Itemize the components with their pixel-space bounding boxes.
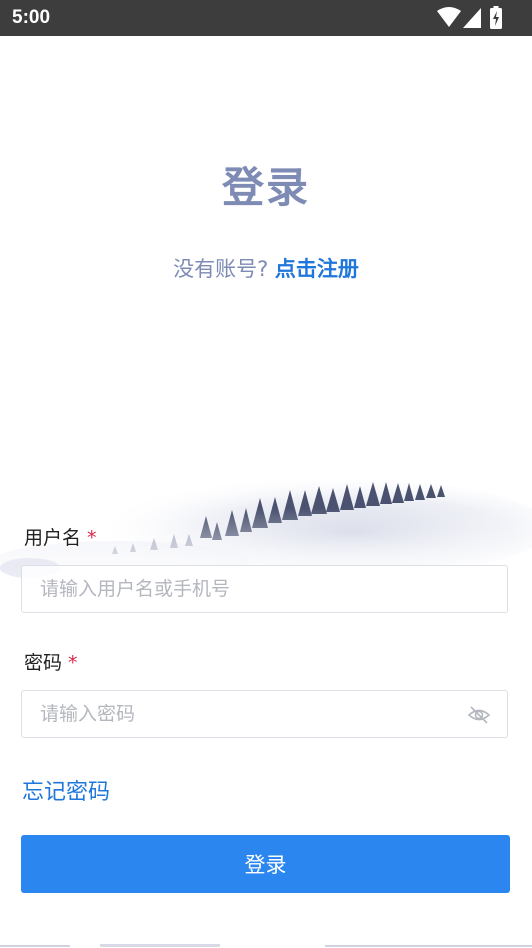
username-label-text: 用户名 xyxy=(24,527,82,549)
status-bar: 5:00 xyxy=(0,0,532,36)
login-button[interactable]: 登录 xyxy=(21,835,510,893)
username-field[interactable] xyxy=(21,565,508,613)
password-label: 密码 * xyxy=(24,650,78,676)
username-label: 用户名 * xyxy=(24,525,97,551)
forgot-password-link[interactable]: 忘记密码 xyxy=(22,778,110,808)
register-prompt-text: 没有账号? xyxy=(173,257,275,281)
password-label-text: 密码 xyxy=(24,652,63,674)
username-input[interactable] xyxy=(22,566,452,612)
wifi-icon xyxy=(437,7,461,27)
page-title: 登录 xyxy=(221,163,310,212)
battery-charging-icon xyxy=(490,6,502,29)
status-time: 5:00 xyxy=(12,7,51,28)
password-required-mark: * xyxy=(68,652,78,674)
password-input[interactable] xyxy=(22,691,452,737)
eye-off-icon[interactable] xyxy=(467,703,491,727)
cellular-signal-icon xyxy=(463,8,481,28)
register-prompt: 没有账号? 点击注册 xyxy=(0,254,532,284)
bottom-decoration xyxy=(0,944,532,947)
password-field[interactable] xyxy=(21,690,508,738)
register-link[interactable]: 点击注册 xyxy=(275,257,359,281)
username-required-mark: * xyxy=(87,527,97,549)
